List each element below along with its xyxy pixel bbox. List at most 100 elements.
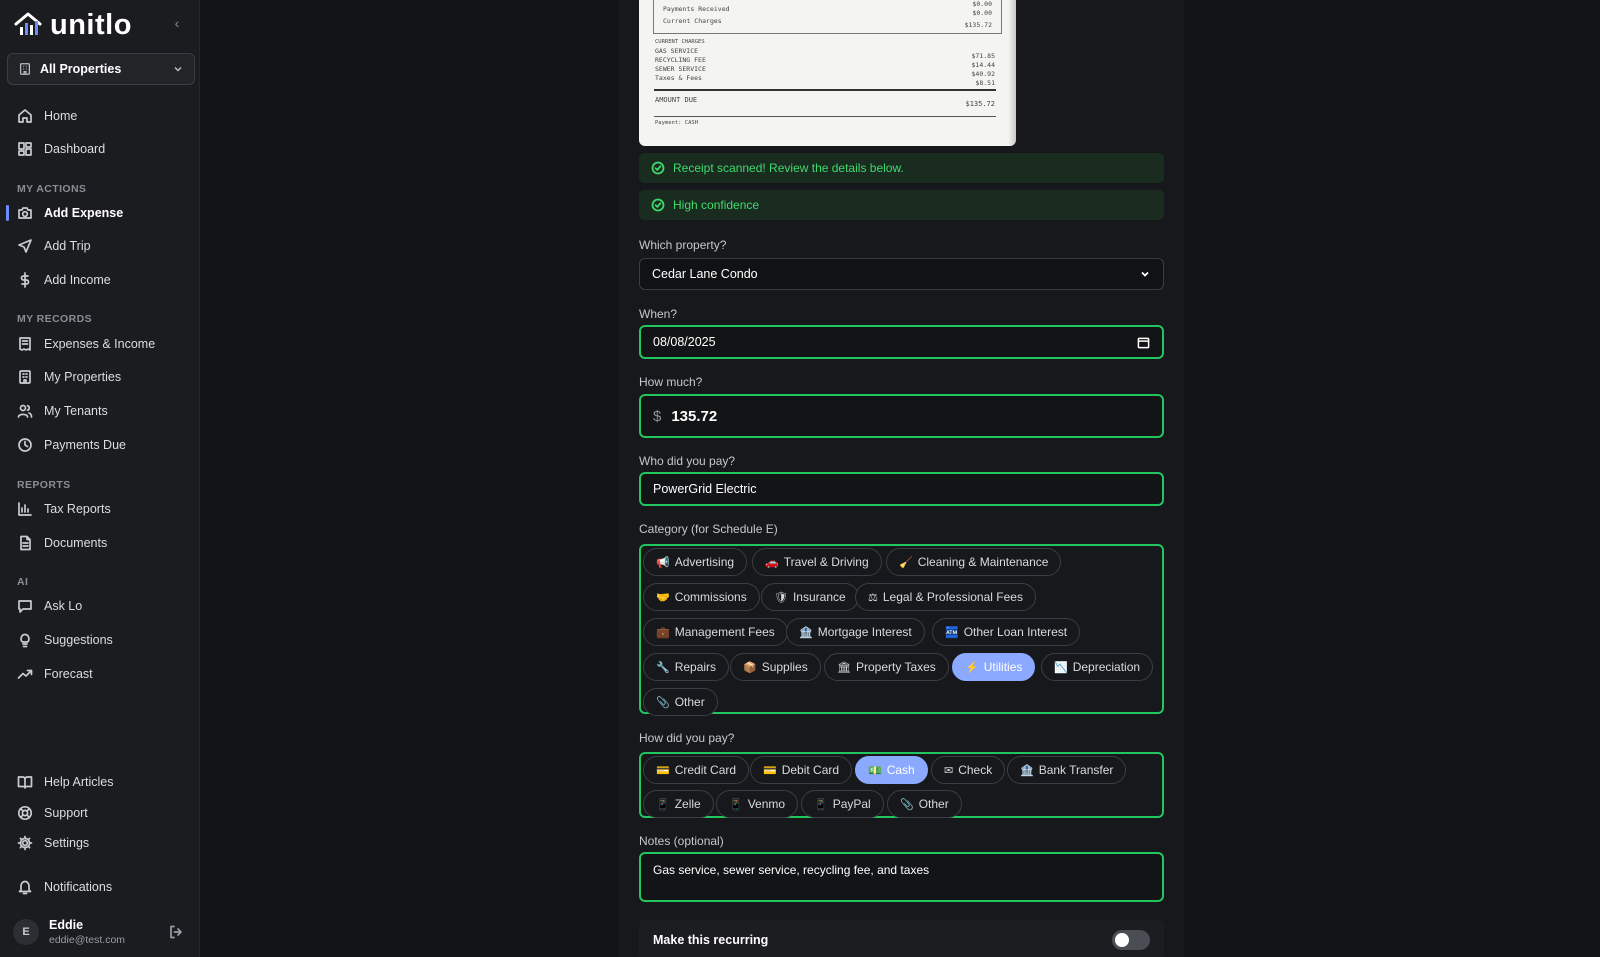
lifebuoy-icon [17, 805, 33, 821]
scan-success-text: Receipt scanned! Review the details belo… [673, 161, 904, 175]
chip-label: Advertising [674, 555, 735, 569]
atm-icon: 🏧 [945, 626, 959, 639]
sidebar-item-label: Add Income [44, 273, 111, 287]
sidebar-item-label: Dashboard [44, 142, 106, 156]
sidebar-item-help-articles[interactable]: Help Articles [0, 768, 200, 796]
date-label: When? [639, 307, 678, 321]
category-chip-property-taxes[interactable]: 🏛 Property Taxes [824, 653, 949, 681]
sidebar-item-suggestions[interactable]: Suggestions [0, 626, 200, 654]
date-input[interactable]: 08/08/2025 [639, 325, 1164, 359]
section-label-my-records: MY RECORDS [17, 313, 92, 325]
receipt-payment: Payment: CASH [655, 120, 699, 126]
receipt-image: $0.00 Payments Received $0.00 Current Ch… [639, 0, 1016, 146]
logout-button[interactable] [168, 924, 184, 940]
calendar-icon[interactable] [1137, 336, 1150, 349]
category-chip-legal-professional-fees[interactable]: ⚖ Legal & Professional Fees [855, 583, 1036, 611]
amount-input[interactable]: $ 135.72 [639, 394, 1164, 438]
sidebar-item-forecast[interactable]: Forecast [0, 660, 200, 688]
category-chip-repairs[interactable]: 🔧 Repairs [643, 653, 730, 681]
chip-label: Venmo [747, 797, 786, 811]
category-chip-depreciation[interactable]: 📉 Depreciation [1041, 653, 1154, 681]
sidebar-item-my-tenants[interactable]: My Tenants [0, 397, 200, 425]
payment-chip-credit-card[interactable]: 💳 Credit Card [643, 756, 750, 784]
user-profile[interactable]: E Eddie eddie@test.com [13, 915, 193, 949]
package-icon: 📦 [743, 661, 757, 674]
category-chip-other[interactable]: 📎 Other [643, 688, 718, 716]
category-chip-commissions[interactable]: 🤝 Commissions [643, 583, 760, 611]
scales-icon: ⚖ [868, 591, 878, 604]
payment-chip-venmo[interactable]: 📱 Venmo [716, 790, 799, 818]
category-chip-travel-driving[interactable]: 🚗 Travel & Driving [752, 548, 882, 576]
confidence-banner: High confidence [639, 190, 1164, 220]
confidence-text: High confidence [673, 198, 760, 212]
sidebar-item-label: Add Trip [44, 239, 91, 253]
user-name: Eddie [49, 918, 84, 932]
sidebar-item-settings[interactable]: Settings [0, 829, 200, 857]
bank-icon: 🏦 [799, 626, 813, 639]
category-chip-management-fees[interactable]: 💼 Management Fees [643, 618, 788, 646]
notes-label: Notes (optional) [639, 834, 724, 848]
payment-chip-bank-transfer[interactable]: 🏦 Bank Transfer [1007, 756, 1127, 784]
property-selector-label: All Properties [40, 62, 122, 76]
category-chip-cleaning-maintenance[interactable]: 🧹 Cleaning & Maintenance [886, 548, 1062, 576]
phone-icon: 📱 [656, 798, 670, 811]
paperclip-icon: 📎 [656, 696, 670, 709]
category-chip-utilities[interactable]: ⚡ Utilities [952, 653, 1036, 681]
chip-label: Insurance [792, 590, 846, 604]
handshake-icon: 🤝 [656, 591, 670, 604]
bell-icon [18, 880, 32, 895]
sidebar-item-payments-due[interactable]: Payments Due [0, 431, 200, 459]
payment-label: How did you pay? [639, 731, 735, 745]
sidebar-item-support[interactable]: Support [0, 799, 200, 827]
sidebar-item-my-properties[interactable]: My Properties [0, 363, 200, 391]
sidebar-item-add-expense[interactable]: Add Expense [0, 199, 200, 227]
notes-textarea[interactable]: Gas service, sewer service, recycling fe… [639, 852, 1164, 902]
receipt-line: Payments Received [663, 5, 730, 13]
sidebar-item-label: Expenses & Income [44, 337, 156, 351]
home-icon [18, 109, 32, 123]
users-icon [17, 404, 33, 418]
chip-label: Other Loan Interest [963, 625, 1068, 639]
payee-input[interactable]: PowerGrid Electric [639, 472, 1164, 506]
chip-label: Debit Card [781, 763, 840, 777]
receipt-section: CURRENT CHARGES [655, 39, 705, 45]
chip-label: Supplies [761, 660, 808, 674]
chip-label: Cash [886, 763, 915, 777]
sidebar-item-documents[interactable]: Documents [0, 529, 200, 557]
sidebar-item-add-income[interactable]: Add Income [0, 266, 200, 294]
sidebar-item-expenses-income[interactable]: Expenses & Income [0, 330, 200, 358]
category-chip-mortgage-interest[interactable]: 🏦 Mortgage Interest [786, 618, 925, 646]
category-chip-insurance[interactable]: 🛡 Insurance [761, 583, 859, 611]
collapse-sidebar-button[interactable]: ‹ [168, 14, 186, 32]
payment-method-group: 💳 Credit Card 💳 Debit Card 💵 Cash ✉ Check 🏦 B… [639, 752, 1164, 818]
category-chip-other-loan-interest[interactable]: 🏧 Other Loan Interest [932, 618, 1081, 646]
clock-icon [18, 438, 32, 452]
payment-chip-zelle[interactable]: 📱 Zelle [643, 790, 714, 818]
payment-chip-other[interactable]: 📎 Other [887, 790, 962, 818]
dashboard-icon [18, 142, 32, 156]
sidebar-item-ask-lo[interactable]: Ask Lo [0, 592, 200, 620]
chip-label: Management Fees [674, 625, 775, 639]
category-chip-advertising[interactable]: 📢 Advertising [643, 548, 748, 576]
app-logo[interactable]: unitlo [14, 8, 132, 42]
receipt-line: SEWER SERVICE [655, 65, 706, 73]
receipt-amount: $40.92 [971, 70, 995, 78]
shield-icon: 🛡 [774, 591, 788, 604]
sidebar-item-notifications[interactable]: Notifications [0, 873, 200, 901]
sidebar-item-home[interactable]: Home [0, 102, 200, 130]
payment-chip-paypal[interactable]: 📱 PayPal [801, 790, 884, 818]
payment-chip-debit-card[interactable]: 💳 Debit Card [750, 756, 853, 784]
payment-chip-check[interactable]: ✉ Check [931, 756, 1006, 784]
payment-chip-cash[interactable]: 💵 Cash [855, 756, 928, 784]
recurring-toggle[interactable] [1112, 930, 1150, 950]
gear-icon [17, 835, 33, 851]
sidebar-item-dashboard[interactable]: Dashboard [0, 135, 200, 163]
sidebar-item-add-trip[interactable]: Add Trip [0, 232, 200, 260]
property-select[interactable]: Cedar Lane Condo [639, 258, 1164, 290]
category-chip-supplies[interactable]: 📦 Supplies [730, 653, 821, 681]
sidebar-item-label: Forecast [44, 667, 93, 681]
scan-success-banner: Receipt scanned! Review the details belo… [639, 153, 1164, 183]
property-selector[interactable]: All Properties [7, 53, 195, 85]
sidebar-item-tax-reports[interactable]: Tax Reports [0, 495, 200, 523]
chip-label: Bank Transfer [1038, 763, 1114, 777]
